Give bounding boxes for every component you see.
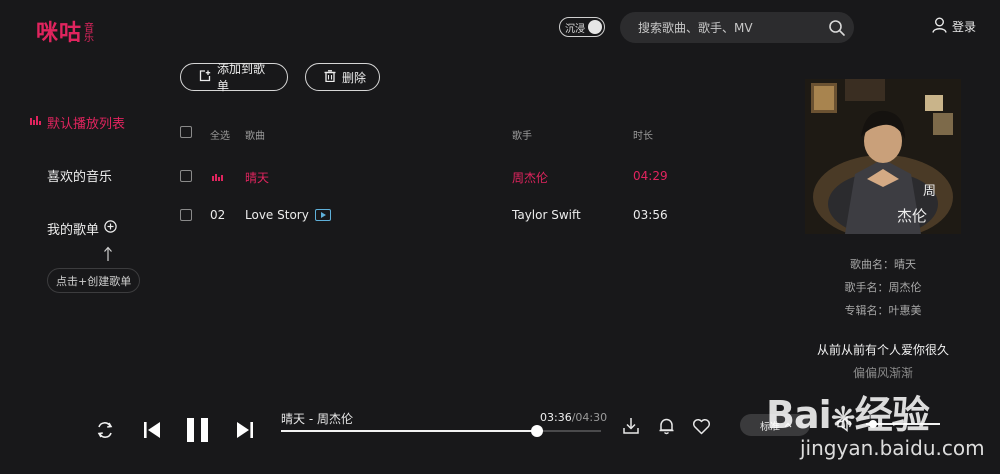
watermark-brand-cn: 经验 (854, 393, 930, 437)
row-duration: 04:29 (633, 169, 668, 183)
watermark-logo: Bai❋经验 (766, 384, 930, 439)
row-checkbox[interactable] (180, 209, 192, 221)
lyric-current-line: 从前从前有个人爱你很久 (816, 343, 949, 357)
heart-icon[interactable] (692, 418, 711, 438)
add-playlist-icon (199, 69, 211, 85)
previous-track-icon[interactable] (142, 420, 162, 443)
watermark-brand: Bai (766, 393, 832, 437)
login-button[interactable]: 登录 (932, 17, 976, 36)
next-track-icon[interactable] (235, 420, 255, 443)
delete-button[interactable]: 删除 (305, 63, 380, 91)
row-singer[interactable]: 周杰伦 (512, 169, 548, 186)
watermark-url: jingyan.baidu.com (800, 436, 985, 460)
login-label: 登录 (952, 20, 977, 34)
download-icon[interactable] (622, 417, 640, 438)
trash-icon (324, 69, 336, 85)
repeat-icon[interactable] (95, 421, 115, 442)
row-singer[interactable]: Taylor Swift (512, 208, 581, 222)
playing-indicator-icon (212, 174, 223, 181)
row-duration: 03:56 (633, 208, 668, 222)
arrow-up-icon (103, 246, 113, 265)
search-icon[interactable] (828, 19, 846, 40)
header-duration: 时长 (633, 131, 653, 142)
row-title[interactable]: 晴天 (245, 169, 269, 186)
paw-icon: ❋ (830, 401, 856, 436)
elapsed-time: 03:36 (540, 411, 572, 424)
lyric-next-line: 偏偏风渐渐 (852, 366, 913, 380)
progress-handle[interactable] (531, 425, 543, 437)
add-circle-icon[interactable] (104, 220, 117, 237)
svg-text:杰伦: 杰伦 (897, 207, 927, 225)
sidebar-item-my-playlists[interactable]: 我的歌单 (47, 219, 117, 238)
app-logo[interactable]: 咪咕 音乐 (36, 22, 96, 46)
search-input[interactable] (638, 20, 818, 35)
my-playlists-label: 我的歌单 (47, 223, 100, 238)
select-all-checkbox[interactable] (180, 126, 192, 138)
header-select-all: 全选 (210, 131, 230, 142)
singer-name-info: 歌手名：周杰伦 (844, 281, 922, 294)
track-label: 晴天 - 周杰伦 (281, 412, 353, 426)
sidebar-item-favorites[interactable]: 喜欢的音乐 (47, 166, 112, 185)
search-box[interactable] (620, 12, 854, 43)
toggle-knob (588, 20, 602, 34)
row-index: 02 (210, 208, 226, 222)
header-singer: 歌手 (512, 131, 532, 142)
logo-subtext: 音乐 (84, 23, 95, 44)
now-playing-icon (30, 116, 41, 125)
bell-icon[interactable] (658, 417, 675, 438)
album-cover: 周 杰伦 (805, 79, 961, 234)
delete-label: 删除 (342, 70, 367, 85)
row-title-cell[interactable]: Love Story (245, 208, 331, 222)
time-display: 03:36/04:30 (540, 411, 607, 424)
mv-icon[interactable] (314, 209, 331, 221)
total-time: /04:30 (571, 411, 608, 424)
row-checkbox[interactable] (180, 170, 192, 182)
progress-fill (281, 430, 537, 432)
add-to-playlist-label: 添加到歌单 (217, 62, 266, 93)
header-song: 歌曲 (245, 131, 265, 142)
user-icon (932, 17, 947, 36)
immersive-toggle[interactable]: 沉浸 (559, 17, 605, 37)
immersive-label: 沉浸 (565, 23, 585, 35)
pause-icon[interactable] (186, 417, 210, 446)
song-name-info: 歌曲名：晴天 (850, 258, 916, 271)
sidebar-item-default-playlist[interactable]: 默认播放列表 (47, 113, 125, 132)
logo-text: 咪咕 (36, 21, 83, 46)
album-name-info: 专辑名：叶惠美 (844, 304, 922, 317)
create-playlist-button[interactable]: 点击+创建歌单 (47, 268, 141, 293)
svg-text:周: 周 (923, 184, 936, 199)
add-to-playlist-button[interactable]: 添加到歌单 (180, 62, 288, 93)
row-title[interactable]: Love Story (245, 208, 309, 222)
